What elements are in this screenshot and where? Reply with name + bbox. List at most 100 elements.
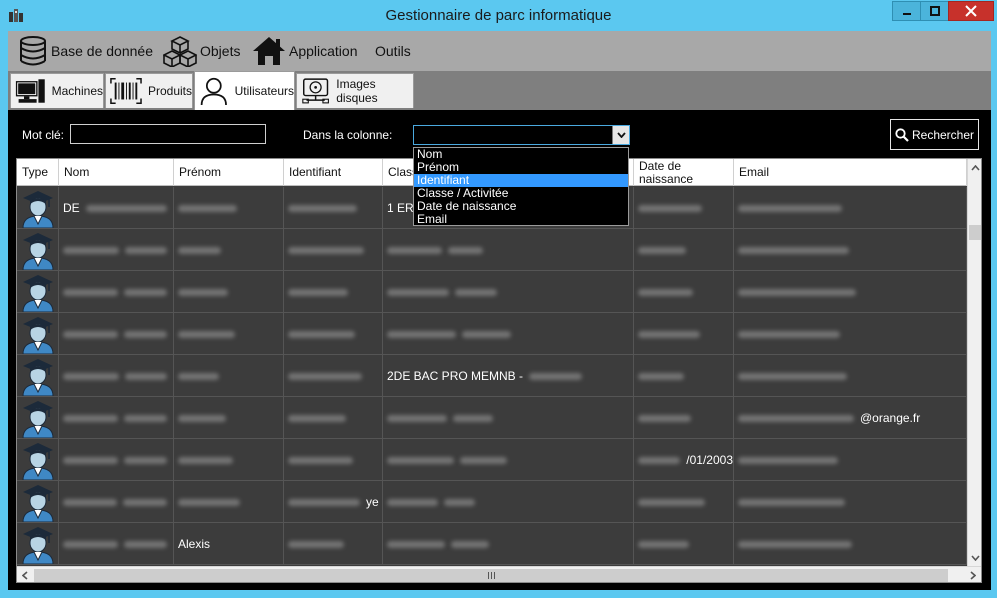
column-header-date[interactable]: Date de naissance	[634, 159, 734, 186]
cell-identifiant[interactable]	[284, 439, 383, 481]
column-select[interactable]	[413, 125, 630, 145]
cell-classe[interactable]	[383, 481, 634, 523]
cell-identifiant[interactable]	[284, 229, 383, 271]
menu-database[interactable]: Base de donnée	[18, 31, 153, 71]
cell-nom[interactable]	[59, 355, 174, 397]
cell-prenom[interactable]	[174, 313, 284, 355]
dropdown-option[interactable]: Email	[414, 213, 628, 226]
maximize-button[interactable]	[920, 1, 949, 21]
cell-email[interactable]	[734, 229, 967, 271]
cell-date[interactable]	[634, 229, 734, 271]
column-select-toggle[interactable]	[612, 126, 629, 144]
cell-classe[interactable]	[383, 523, 634, 565]
cell-date[interactable]	[634, 187, 734, 229]
column-header-nom[interactable]: Nom	[59, 159, 174, 186]
cell-prenom[interactable]	[174, 355, 284, 397]
cell-nom[interactable]	[59, 397, 174, 439]
search-button[interactable]: Rechercher	[890, 119, 979, 150]
cell-date[interactable]	[634, 523, 734, 565]
cell-prenom[interactable]	[174, 481, 284, 523]
table-row[interactable]: @orange.fr	[17, 397, 967, 439]
cell-identifiant[interactable]	[284, 313, 383, 355]
cell-classe[interactable]	[383, 397, 634, 439]
cell-prenom[interactable]: Alexis	[174, 523, 284, 565]
table-row[interactable]	[17, 313, 967, 355]
cell-date[interactable]	[634, 355, 734, 397]
cell-identifiant[interactable]	[284, 187, 383, 229]
minimize-button[interactable]	[892, 1, 921, 21]
table-row[interactable]: 2DE BAC PRO MEMNB -	[17, 355, 967, 397]
cell-type[interactable]	[17, 397, 59, 439]
cell-date[interactable]	[634, 397, 734, 439]
table-row[interactable]: /01/2003	[17, 439, 967, 481]
cell-prenom[interactable]	[174, 229, 284, 271]
cell-prenom[interactable]	[174, 271, 284, 313]
cell-classe[interactable]	[383, 313, 634, 355]
keyword-input[interactable]	[70, 124, 266, 144]
tab-produits[interactable]: Produits	[105, 73, 193, 108]
scroll-right-button[interactable]	[965, 567, 980, 582]
cell-identifiant[interactable]	[284, 271, 383, 313]
cell-nom[interactable]	[59, 313, 174, 355]
tab-machines[interactable]: Machines	[10, 73, 104, 108]
menu-tools[interactable]: Outils	[375, 31, 411, 71]
cell-nom[interactable]	[59, 229, 174, 271]
menu-application[interactable]: Application	[252, 31, 358, 71]
table-row[interactable]: Alexis	[17, 523, 967, 565]
horizontal-scrollbar[interactable]	[17, 566, 981, 582]
table-row[interactable]	[17, 271, 967, 313]
cell-type[interactable]	[17, 523, 59, 565]
tab-images-disques[interactable]: Images disques	[296, 73, 414, 108]
cell-nom[interactable]	[59, 439, 174, 481]
column-header-email[interactable]: Email	[734, 159, 967, 186]
cell-date[interactable]	[634, 481, 734, 523]
scroll-left-button[interactable]	[17, 567, 32, 582]
cell-email[interactable]	[734, 439, 967, 481]
cell-email[interactable]	[734, 313, 967, 355]
column-header-prenom[interactable]: Prénom	[174, 159, 284, 186]
cell-email[interactable]	[734, 481, 967, 523]
cell-type[interactable]	[17, 313, 59, 355]
menu-objects[interactable]: Objets	[163, 31, 240, 71]
vertical-scrollbar[interactable]	[967, 159, 981, 566]
cell-classe[interactable]	[383, 229, 634, 271]
scroll-down-button[interactable]	[968, 549, 981, 566]
tab-utilisateurs[interactable]: Utilisateurs	[194, 71, 295, 110]
close-button[interactable]	[948, 1, 994, 21]
cell-type[interactable]	[17, 229, 59, 271]
cell-identifiant[interactable]	[284, 397, 383, 439]
cell-prenom[interactable]	[174, 439, 284, 481]
cell-classe[interactable]	[383, 271, 634, 313]
cell-type[interactable]	[17, 439, 59, 481]
cell-email[interactable]	[734, 355, 967, 397]
cell-email[interactable]	[734, 187, 967, 229]
cell-identifiant[interactable]	[284, 355, 383, 397]
cell-date[interactable]	[634, 271, 734, 313]
table-row[interactable]: ye	[17, 481, 967, 523]
column-header-type[interactable]: Type	[17, 159, 59, 186]
cell-email[interactable]	[734, 523, 967, 565]
cell-type[interactable]	[17, 481, 59, 523]
table-row[interactable]	[17, 229, 967, 271]
cell-prenom[interactable]	[174, 397, 284, 439]
cell-classe[interactable]	[383, 439, 634, 481]
cell-nom[interactable]	[59, 271, 174, 313]
cell-type[interactable]	[17, 271, 59, 313]
cell-type[interactable]	[17, 187, 59, 229]
column-header-identifiant[interactable]: Identifiant	[284, 159, 383, 186]
horizontal-scroll-thumb[interactable]	[34, 569, 948, 582]
cell-nom[interactable]	[59, 523, 174, 565]
vertical-scroll-thumb[interactable]	[969, 225, 981, 240]
cell-nom[interactable]: DE	[59, 187, 174, 229]
cell-email[interactable]	[734, 271, 967, 313]
cell-identifiant[interactable]	[284, 523, 383, 565]
cell-date[interactable]	[634, 313, 734, 355]
scroll-up-button[interactable]	[968, 159, 981, 176]
cell-email[interactable]: @orange.fr	[734, 397, 967, 439]
cell-date[interactable]: /01/2003	[634, 439, 734, 481]
cell-nom[interactable]	[59, 481, 174, 523]
cell-identifiant[interactable]: ye	[284, 481, 383, 523]
cell-classe[interactable]: 2DE BAC PRO MEMNB -	[383, 355, 634, 397]
cell-prenom[interactable]	[174, 187, 284, 229]
cell-type[interactable]	[17, 355, 59, 397]
